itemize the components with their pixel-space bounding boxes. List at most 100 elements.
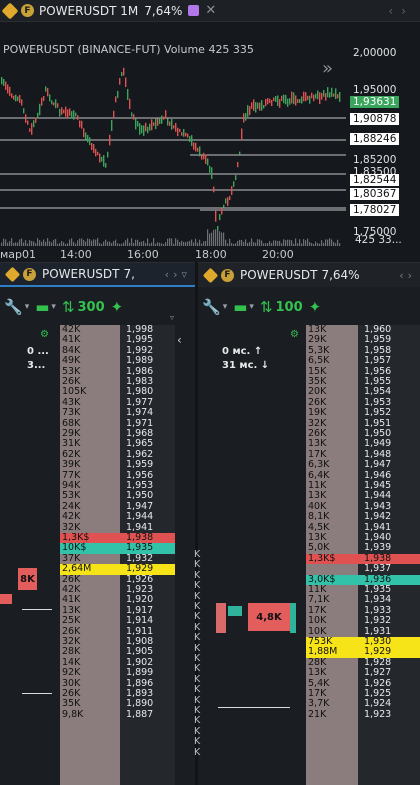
volume-bar	[93, 239, 95, 246]
candle	[51, 100, 53, 105]
volume-bar	[159, 242, 161, 246]
folder-icon[interactable]: ▬	[35, 298, 49, 316]
candle	[273, 97, 275, 102]
candle	[97, 151, 99, 156]
close-icon[interactable]: ✕	[205, 3, 216, 18]
volume-bar	[65, 243, 67, 246]
volume-bar	[119, 243, 121, 246]
k-marker: K	[194, 736, 201, 748]
volume-bar	[9, 241, 11, 246]
volume-bar	[137, 239, 139, 246]
candle	[11, 93, 13, 98]
chart-tab-bar: F POWERUSDT 1M 7,64% ✕ ‹›	[0, 0, 420, 22]
wrench-icon[interactable]: 🔧	[4, 298, 23, 316]
dom-row[interactable]: 1,3K$ 1,938	[306, 553, 420, 565]
sparkle-icon[interactable]: ✦	[309, 298, 322, 316]
chevron-down-icon[interactable]: ▾	[25, 302, 30, 312]
volume-bar	[97, 238, 99, 246]
volume-bar	[83, 239, 85, 246]
time-label: 16:00	[127, 248, 159, 261]
candle	[193, 142, 195, 150]
candle	[117, 90, 119, 98]
candle	[233, 181, 235, 187]
candle	[227, 197, 229, 206]
candle	[337, 94, 339, 99]
dom-left-step[interactable]: 300	[78, 300, 105, 315]
time-label: 18:00	[195, 248, 227, 261]
volume-bar	[337, 239, 339, 246]
volume-bar	[79, 238, 81, 246]
volume-bar	[117, 243, 119, 246]
dom-left-nav-arrows[interactable]: ‹›▿	[165, 268, 191, 281]
gear-icon[interactable]: ⚙	[290, 329, 299, 340]
candle	[313, 94, 315, 102]
candle	[45, 86, 47, 92]
sparkle-icon[interactable]: ✦	[111, 298, 124, 316]
step-sort-icon[interactable]: ⇅	[62, 298, 75, 316]
volume-bar	[35, 243, 37, 246]
candle	[319, 92, 321, 105]
volume-bar	[167, 238, 169, 246]
candle	[269, 98, 271, 104]
k-marker: K	[194, 642, 201, 654]
candle	[203, 152, 205, 160]
candle	[289, 98, 291, 105]
candle	[59, 108, 61, 117]
volume-bar	[23, 242, 25, 246]
k-marker: K	[194, 590, 201, 602]
volume-bar	[229, 238, 231, 246]
volume-bar	[139, 241, 141, 246]
dom-panel-left[interactable]: F POWERUSDT 7, ‹›▿ 🔧 ▾ ▬ ▾ ⇅ 300 ✦ ▿ ⚙ 0…	[0, 262, 195, 785]
k-marker: K	[194, 725, 201, 737]
candle	[249, 106, 251, 116]
chart-title[interactable]: POWERUSDT 1M	[39, 4, 138, 18]
dom-left-tab[interactable]: F POWERUSDT 7, ‹›▿	[0, 263, 195, 287]
candle	[223, 204, 225, 208]
volume-bar	[131, 238, 133, 246]
volume-bar	[251, 238, 253, 246]
candle	[105, 163, 107, 168]
dom-panel-right[interactable]: F POWERUSDT 7,64% ‹› 🔧 ▾ ▬ ▾ ⇅ 100 ✦ ⚙ 0…	[194, 262, 420, 785]
time-axis: мар01 14:00 16:00 18:00 20:00	[0, 248, 346, 262]
dom-left-menu-icon[interactable]: ▿	[170, 313, 174, 322]
candle	[93, 144, 95, 153]
candle	[95, 148, 97, 157]
wrench-icon[interactable]: 🔧	[202, 298, 221, 316]
volume-bar	[293, 243, 295, 246]
candle	[21, 99, 23, 106]
candle	[35, 117, 37, 123]
volume-bar	[53, 239, 55, 246]
candle	[279, 99, 281, 108]
candle	[247, 105, 249, 117]
chevron-down-icon[interactable]: ▾	[249, 302, 254, 312]
candle	[127, 88, 129, 100]
chart-panel[interactable]: F POWERUSDT 1M 7,64% ✕ ‹› POWERUSDT (BIN…	[0, 0, 420, 262]
candle	[211, 167, 213, 180]
candle	[261, 100, 263, 111]
dom-right-nav-arrows[interactable]: ‹›	[399, 269, 416, 282]
time-label: 20:00	[262, 248, 294, 261]
gear-icon[interactable]: ⚙	[40, 329, 49, 340]
chevron-down-icon[interactable]: ▾	[51, 302, 56, 312]
dom-right-step[interactable]: 100	[276, 300, 303, 315]
tab-nav-arrows[interactable]: ‹›	[388, 4, 414, 18]
volume-bar	[41, 241, 43, 246]
dom-right-tab[interactable]: F POWERUSDT 7,64% ‹›	[198, 263, 420, 287]
step-sort-icon[interactable]: ⇅	[260, 298, 273, 316]
color-marker-icon[interactable]	[188, 5, 200, 16]
folder-icon[interactable]: ▬	[233, 298, 247, 316]
collapse-panel-icon[interactable]: ‹	[177, 333, 182, 347]
candle	[39, 103, 41, 116]
candle	[71, 111, 73, 119]
chevron-down-icon[interactable]: ▾	[223, 302, 228, 312]
volume-bar	[169, 238, 171, 246]
dom-row[interactable]: 21K 1,923	[306, 709, 420, 720]
volume-bar	[111, 243, 113, 246]
volume-bar	[7, 242, 9, 246]
volume-bar	[257, 239, 259, 246]
futures-badge-icon: F	[21, 4, 34, 17]
candle	[67, 109, 69, 119]
expand-icon[interactable]: »	[322, 58, 333, 79]
k-marker: K	[194, 705, 201, 716]
dom-row[interactable]: 9,8K 1,887	[60, 709, 175, 720]
